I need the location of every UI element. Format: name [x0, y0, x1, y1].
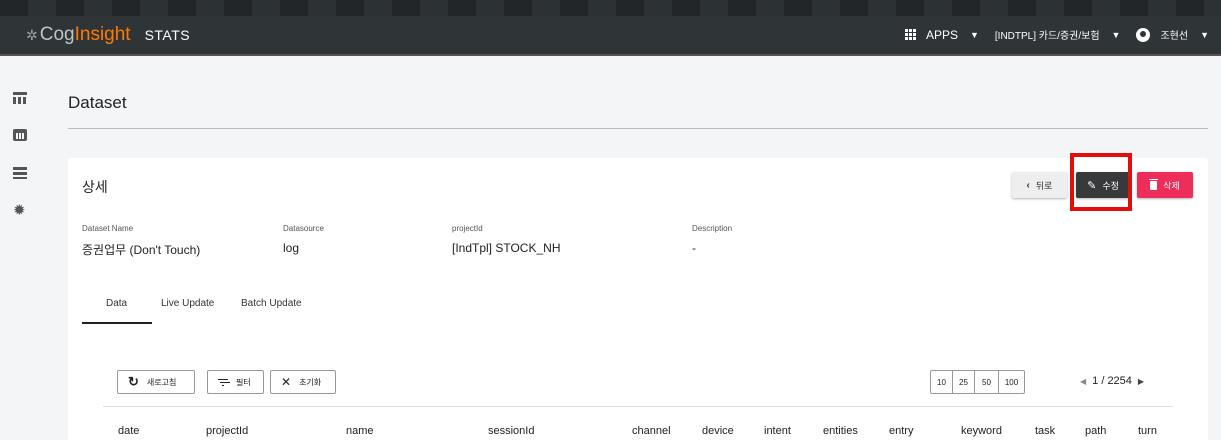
back-button[interactable]: ‹ 뒤로 [1012, 172, 1067, 198]
page-navigation: ◀ 1 / 2254 ▶ [1080, 375, 1144, 387]
refresh-button-label: 새로고침 [146, 377, 177, 387]
detail-card: 상세 ‹ 뒤로 ✎ 수정 삭제 Dataset Name 증권업무 (Don't… [68, 153, 1208, 440]
app-logo[interactable]: ✲ Cog Insight STATS [26, 24, 190, 46]
apps-menu[interactable]: APPS [926, 28, 958, 42]
field-value: - [692, 241, 696, 255]
reset-button[interactable]: ✕ 초기화 [270, 370, 336, 394]
apps-grid-icon[interactable] [904, 29, 916, 40]
logo-stats-text: STATS [144, 27, 191, 43]
project-select[interactable]: [INDTPL] 카드/증권/보험 [995, 27, 1100, 42]
sidebar: ✹ [0, 58, 48, 440]
top-navbar: ✲ Cog Insight STATS APPS ▼ [INDTPL] 카드/증… [0, 0, 1221, 56]
column-header-entry[interactable]: entry [889, 425, 913, 437]
field-value: log [283, 241, 300, 255]
field-label: Datasource [283, 224, 324, 233]
tab-live-update[interactable]: Live Update [161, 298, 214, 309]
delete-button-label: 삭제 [1163, 180, 1180, 191]
page-size-selector: 10 25 50 100 [930, 370, 1025, 394]
user-name[interactable]: 조현선 [1160, 27, 1188, 42]
column-header-keyword[interactable]: keyword [961, 425, 1002, 437]
column-header-device[interactable]: device [702, 425, 734, 437]
column-header-sessionid[interactable]: sessionId [488, 425, 534, 437]
chart-icon[interactable] [13, 129, 27, 141]
reset-button-label: 초기화 [299, 377, 322, 387]
table-header-divider [103, 406, 1173, 407]
logo-insight-text: Insight [74, 24, 131, 45]
filter-button-label: 필터 [236, 377, 251, 387]
logo-gear-icon: ✲ [26, 26, 38, 43]
user-caret-icon[interactable]: ▼ [1200, 30, 1209, 40]
tab-data[interactable]: Data [106, 298, 127, 309]
field-description: Description - [692, 224, 732, 255]
column-header-projectid[interactable]: projectId [206, 425, 248, 437]
filter-button[interactable]: 필터 [207, 370, 264, 394]
close-icon: ✕ [281, 375, 292, 389]
edit-highlight-box [1070, 153, 1132, 211]
page-size-option[interactable]: 100 [999, 371, 1024, 393]
prev-page-icon[interactable]: ◀ [1080, 377, 1086, 386]
field-dataset-name: Dataset Name 증권업무 (Don't Touch) [82, 224, 200, 258]
table-icon[interactable] [13, 92, 27, 104]
active-tab-indicator [82, 322, 152, 324]
column-header-name[interactable]: name [346, 425, 374, 437]
column-header-path[interactable]: path [1085, 425, 1106, 437]
navbar-texture [0, 0, 1221, 16]
field-label: projectId [452, 224, 483, 233]
next-page-icon[interactable]: ▶ [1138, 377, 1144, 386]
field-label: Description [692, 224, 733, 233]
page-info: 1 / 2254 [1092, 375, 1132, 387]
card-title: 상세 [82, 179, 108, 195]
column-header-intent[interactable]: intent [764, 425, 791, 437]
column-header-entities[interactable]: entities [823, 425, 858, 437]
column-header-channel[interactable]: channel [632, 425, 671, 437]
navbar-right: APPS ▼ [INDTPL] 카드/증권/보험 ▼ 조현선 ▼ [904, 27, 1209, 42]
field-project-id: projectId [IndTpl] STOCK_NH [452, 224, 560, 255]
refresh-icon: ↻ [128, 374, 139, 389]
field-label: Dataset Name [82, 224, 134, 233]
trash-icon [1149, 178, 1159, 190]
gear-icon[interactable]: ✹ [13, 203, 27, 218]
delete-button[interactable]: 삭제 [1137, 172, 1193, 198]
page-size-option[interactable]: 50 [975, 371, 999, 393]
filter-icon [218, 378, 228, 386]
page-size-option[interactable]: 10 [931, 371, 953, 393]
back-button-label: 뒤로 [1035, 180, 1053, 191]
field-value: 증권업무 (Don't Touch) [82, 243, 201, 257]
field-datasource: Datasource log [283, 224, 324, 255]
page-title: Dataset [68, 93, 127, 112]
page-size-option[interactable]: 25 [953, 371, 975, 393]
tab-batch-update[interactable]: Batch Update [241, 298, 302, 309]
apps-caret-icon[interactable]: ▼ [970, 30, 979, 40]
column-header-date[interactable]: date [118, 425, 139, 437]
field-value: [IndTpl] STOCK_NH [452, 241, 561, 255]
logo-cog-text: Cog [39, 24, 75, 45]
project-caret-icon[interactable]: ▼ [1112, 30, 1121, 40]
user-avatar-icon[interactable] [1136, 27, 1151, 42]
refresh-button[interactable]: ↻ 새로고침 [117, 370, 195, 394]
chevron-left-icon: ‹ [1026, 179, 1030, 191]
list-icon[interactable] [13, 167, 27, 179]
column-header-turn[interactable]: turn [1138, 425, 1157, 437]
header-divider [68, 128, 1208, 129]
column-header-task[interactable]: task [1035, 425, 1055, 437]
